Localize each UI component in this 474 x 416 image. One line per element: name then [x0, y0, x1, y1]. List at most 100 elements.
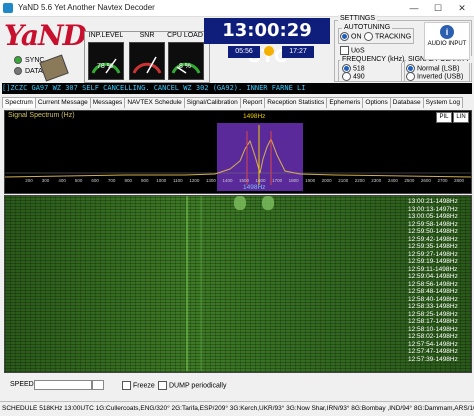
audio-input-button[interactable]: i AUDIO INPUT	[424, 22, 470, 60]
autotuning-on-label: ON	[351, 33, 362, 41]
tab-messages[interactable]: Messages	[89, 97, 126, 108]
speed-slider[interactable]	[34, 380, 92, 390]
freq-tick-label: 1700	[272, 178, 283, 183]
snr-label: SNR	[127, 32, 167, 39]
tab-options[interactable]: Options	[362, 97, 391, 108]
speed-slider-thumb[interactable]	[92, 380, 104, 390]
autotuning-tracking-option[interactable]: TRACKING	[364, 32, 411, 41]
freq-tick-label: 2700	[437, 178, 448, 183]
freq-tick-label: 1400	[222, 178, 233, 183]
waterfall-timestamp: 12:59:19-1498Hz	[408, 258, 458, 265]
autotuning-label: AUTOTUNING	[342, 24, 393, 31]
tab-navtex-schedule[interactable]: NAVTEX Schedule	[124, 97, 185, 108]
waterfall-timestamp: 12:57:39-1498Hz	[408, 355, 458, 363]
inp-level-label: INP.LEVEL	[86, 32, 126, 39]
pil-button[interactable]: PIL	[436, 112, 452, 123]
freq-tick-label: 1000	[156, 178, 167, 183]
waterfall-timestamp: 12:58:33-1498Hz	[408, 303, 458, 310]
tab-current-message[interactable]: Current Message	[34, 97, 91, 108]
sunrise-time: 05:56	[228, 46, 260, 58]
waterfall-display	[4, 195, 472, 373]
speed-label: SPEED	[10, 381, 34, 388]
tab-signal-calibration[interactable]: Signal/Calibration	[183, 97, 241, 108]
radio-490-icon	[342, 72, 351, 81]
waterfall-timestamp: 12:59:04-1498Hz	[408, 273, 458, 280]
tab-reception-statistics[interactable]: Reception Statistics	[264, 97, 328, 108]
waterfall-timestamp: 12:58:40-1498Hz	[408, 295, 458, 303]
waterfall-timestamp: 12:59:58-1498Hz	[408, 220, 458, 228]
freq-tick-label: 1800	[289, 178, 300, 183]
freq-tick-label: 400	[58, 178, 66, 183]
cpu-load-value: 8 %	[178, 63, 192, 70]
freq-tick-label: 2600	[421, 178, 432, 183]
freq-tick-label: 1900	[305, 178, 316, 183]
waterfall-timestamp: 12:58:56-1498Hz	[408, 280, 458, 288]
uos-label: UoS	[351, 47, 365, 55]
freq-tick-label: 900	[141, 178, 149, 183]
dump-check-icon	[158, 381, 167, 390]
inp-level-value: 78 %	[97, 63, 113, 70]
freeze-label: Freeze	[133, 382, 155, 390]
dump-checkbox[interactable]: DUMP periodically	[158, 381, 226, 390]
freq-tick-label: 1600	[256, 178, 267, 183]
dump-label: DUMP periodically	[169, 382, 227, 390]
waterfall-timestamp: 12:59:11-1498Hz	[408, 265, 458, 273]
tab-spectrum[interactable]: Spectrum	[2, 97, 36, 108]
freq-tick-label: 1200	[189, 178, 200, 183]
waterfall-timestamp: 13:00:21-1498Hz	[408, 198, 458, 205]
freq-tick-label: 600	[91, 178, 99, 183]
info-icon: i	[440, 25, 454, 39]
waterfall-timestamp: 12:58:10-1498Hz	[408, 325, 458, 333]
tab-report[interactable]: Report	[239, 97, 266, 108]
tab-system-log[interactable]: System Log	[422, 97, 463, 108]
sun-icon	[264, 46, 274, 56]
waterfall-carrier-line	[186, 196, 188, 371]
status-bar: SCHEDULE 518KHz 13:00UTC 1G:Cullercoats,…	[0, 401, 474, 416]
freq-tick-label: 2300	[371, 178, 382, 183]
freq-tick-label: 800	[124, 178, 132, 183]
freq-tick-label: 2400	[388, 178, 399, 183]
inp-level-dial-icon	[91, 58, 121, 74]
waterfall-timestamp: 12:59:42-1498Hz	[408, 235, 458, 243]
tab-ephemeris[interactable]: Ephemeris	[326, 97, 364, 108]
cpu-dial-icon	[171, 62, 201, 74]
snr-dial-icon	[132, 56, 162, 74]
maximize-button[interactable]: ☐	[426, 0, 450, 16]
waterfall-mark-blob	[234, 196, 246, 210]
freeze-check-icon	[122, 381, 131, 390]
uos-checkbox[interactable]: UoS	[340, 46, 365, 55]
window-title: YaND 5.6 Yet Another Navtex Decoder	[18, 3, 155, 12]
waterfall-timestamp: 12:57:47-1498Hz	[408, 348, 458, 355]
waterfall-timestamp: 12:59:35-1498Hz	[408, 243, 458, 250]
lin-button[interactable]: LIN	[453, 112, 469, 123]
tab-database[interactable]: Database	[389, 97, 424, 108]
cpu-load-label: CPU LOAD	[165, 32, 205, 39]
freq-tick-label: 1500	[239, 178, 250, 183]
spectrum-plot: 200 300 400 500 600 700 800 900 1000 1100 1200 1300…	[4, 123, 472, 191]
waterfall-timestamp: 12:59:50-1498Hz	[408, 228, 458, 235]
title-bar: YaND 5.6 Yet Another Navtex Decoder — ☐ …	[0, 0, 474, 17]
radio-inverted-icon	[406, 72, 415, 81]
close-button[interactable]: ✕	[450, 0, 474, 16]
waterfall-timestamp: 12:59:27-1498Hz	[408, 250, 458, 258]
freq-tick-label: 700	[108, 178, 116, 183]
autotuning-on-option[interactable]: ON	[340, 32, 362, 41]
freq-490-option[interactable]: 490	[342, 72, 365, 81]
spectrum-title: Signal Spectrum (Hz)	[8, 112, 75, 119]
cpu-load-gauge	[168, 42, 204, 80]
settings-title: SETTINGS	[338, 15, 378, 22]
radio-on-icon	[340, 32, 349, 41]
freq-tick-label: 2000	[322, 178, 333, 183]
uos-check-icon	[340, 46, 349, 55]
waterfall-timestamp: 12:58:17-1498Hz	[408, 318, 458, 325]
freq-tick-label: 2500	[404, 178, 415, 183]
utc-clock: 13:00:29 UTC	[204, 18, 330, 67]
autotuning-tracking-label: TRACKING	[375, 33, 412, 41]
waterfall-timestamp: 13:00:05-1498Hz	[408, 213, 458, 220]
snr-gauge	[129, 42, 165, 80]
freeze-checkbox[interactable]: Freeze	[122, 381, 155, 390]
sync-led-icon	[14, 56, 22, 64]
minimize-button[interactable]: —	[402, 0, 426, 16]
waterfall-space-blob	[262, 196, 274, 210]
polarity-inverted-option[interactable]: Inverted (USB)	[406, 72, 463, 81]
